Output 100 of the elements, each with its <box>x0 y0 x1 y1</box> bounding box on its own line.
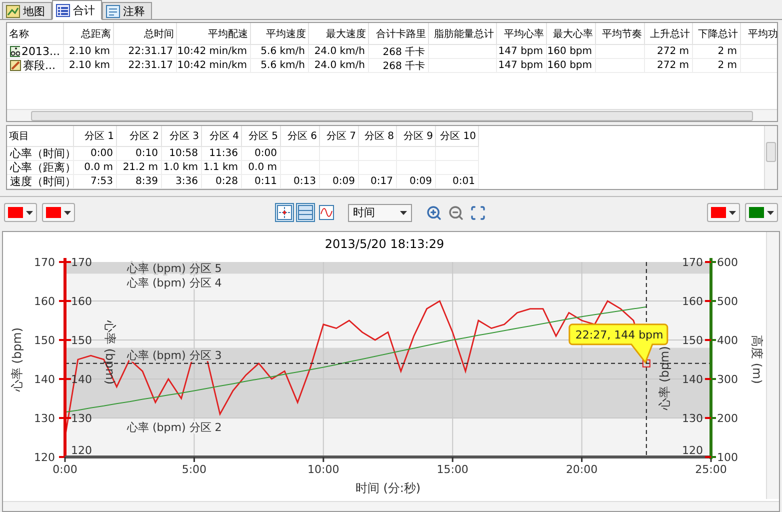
table-cell: 24.0 km/h <box>309 59 369 73</box>
caret-icon <box>767 210 774 215</box>
tick-label: 130 <box>682 412 703 426</box>
grid-icon <box>56 4 70 16</box>
column-header[interactable]: 最大速度 <box>309 23 369 45</box>
column-header[interactable]: 分区 7 <box>320 126 359 148</box>
column-header[interactable]: 平均节奏 <box>596 23 645 45</box>
row-label: 速度（时间） <box>7 175 74 189</box>
bands-icon <box>298 205 313 220</box>
table-cell <box>429 45 497 59</box>
table-cell: 5.6 km/h <box>251 45 309 59</box>
row-label: 心率（距离） <box>7 161 74 176</box>
tick-label: 5:00 <box>182 463 207 476</box>
table-cell: 0:11 <box>242 175 281 189</box>
crosshair-icon <box>277 205 292 220</box>
column-header[interactable]: 分区 2 <box>117 126 162 148</box>
caret-icon <box>400 210 407 215</box>
column-header[interactable]: 最大心率 <box>547 23 596 45</box>
zone-label: 心率 (bpm) 分区 5 <box>127 262 222 276</box>
color-dropdown[interactable] <box>4 203 37 222</box>
tick-label: 160 <box>682 295 703 308</box>
color-dropdown[interactable] <box>745 203 778 222</box>
table-cell: 272 m <box>645 59 693 73</box>
tick-label: 170 <box>682 256 703 270</box>
table-cell: 10:42 min/km <box>177 45 251 59</box>
chart-title: 2013/5/20 18:13:29 <box>324 236 446 254</box>
fit-icon[interactable] <box>470 204 486 221</box>
tick-label: 0:00 <box>52 463 78 476</box>
zoom-in-icon[interactable] <box>426 204 442 221</box>
column-header[interactable]: 分区 3 <box>162 126 202 148</box>
vertical-scrollbar[interactable] <box>766 232 779 499</box>
vertical-scrollbar[interactable] <box>764 126 777 189</box>
column-header[interactable]: 平均心率 <box>497 23 547 45</box>
tick-label: 130 <box>34 412 55 426</box>
tick-label: 20:00 <box>566 463 598 476</box>
map-icon <box>6 4 20 18</box>
zoom-out-icon[interactable] <box>448 204 464 221</box>
tab[interactable]: 地图 <box>2 2 52 19</box>
column-header[interactable]: 分区 4 <box>202 126 242 148</box>
caret-icon <box>26 210 33 215</box>
table-cell: 2013... <box>7 45 64 59</box>
zone-label: 心率 (bpm) 分区 4 <box>127 276 222 290</box>
segment-icon <box>10 60 21 71</box>
tick-label: 100 <box>717 451 738 464</box>
column-header[interactable]: 平均配速 <box>177 23 251 45</box>
column-header[interactable]: 上升总计 <box>645 23 693 45</box>
table-cell: 0:28 <box>202 175 242 189</box>
table-cell: 0.0 m <box>74 161 117 176</box>
view-toggle[interactable] <box>296 203 315 222</box>
tick-label: 150 <box>682 334 703 348</box>
column-header[interactable]: 平均速度 <box>251 23 309 45</box>
axis-title: 心率 (bpm) <box>657 346 672 411</box>
horizontal-scrollbar[interactable] <box>7 109 777 122</box>
column-header[interactable]: 分区 5 <box>242 126 281 148</box>
column-header[interactable]: 项目 <box>7 126 74 148</box>
column-header[interactable]: 分区 6 <box>281 126 320 148</box>
table-cell <box>596 45 645 59</box>
table-cell: 10:58 <box>162 147 202 162</box>
axis-dropdown[interactable]: 时间 <box>348 204 412 222</box>
table-cell: 0:00 <box>74 147 117 162</box>
tab[interactable]: 注释 <box>102 2 152 19</box>
table-cell: 0:10 <box>117 147 162 162</box>
column-header[interactable]: 下降总计 <box>693 23 741 45</box>
tick-label: 140 <box>34 373 55 386</box>
column-header[interactable]: 分区 9 <box>397 126 436 148</box>
column-header[interactable]: 总距离 <box>64 23 114 45</box>
column-header[interactable]: 平均功 <box>741 23 777 45</box>
table-cell: 5.6 km/h <box>251 59 309 73</box>
column-header[interactable]: 分区 10 <box>436 126 479 148</box>
tab[interactable]: 合计 <box>52 0 102 20</box>
axis-title: 心率 (bpm) <box>103 320 117 385</box>
table-cell: 0:17 <box>359 175 397 189</box>
view-toggle[interactable] <box>275 203 294 222</box>
table-cell: 7:53 <box>74 175 117 189</box>
color-dropdown[interactable] <box>707 203 740 222</box>
table-cell: 22:31.17 <box>114 45 177 59</box>
table-cell: 3:36 <box>162 175 202 189</box>
table-cell: 160 bpm <box>547 59 596 73</box>
column-header[interactable]: 合计卡路里 <box>369 23 429 45</box>
column-header[interactable]: 分区 8 <box>359 126 397 148</box>
table-cell: 8:39 <box>117 175 162 189</box>
view-toggle[interactable] <box>317 203 336 222</box>
tick-label: 300 <box>717 373 738 386</box>
table-cell: 2 m <box>693 59 741 73</box>
table-cell: 11:36 <box>202 147 242 162</box>
column-header[interactable]: 分区 1 <box>74 126 117 148</box>
point-marker <box>642 360 650 368</box>
color-dropdown[interactable] <box>42 203 75 222</box>
column-header[interactable]: 脂肪能量总计 <box>429 23 497 45</box>
axis-title: 心率 (bpm) <box>10 328 24 392</box>
table-cell: 10:42 min/km <box>177 59 251 73</box>
table-cell: 0:09 <box>320 175 359 189</box>
tick-label: 120 <box>71 444 92 458</box>
column-header[interactable]: 总时间 <box>114 23 177 45</box>
table-cell: 0.0 m <box>242 161 281 176</box>
table-cell: 268 千卡 <box>369 45 429 59</box>
tick-label: 130 <box>71 412 92 426</box>
tick-label: 600 <box>717 256 738 270</box>
horizontal-scrollbar[interactable] <box>3 501 779 511</box>
column-header[interactable]: 名称 <box>7 23 64 45</box>
